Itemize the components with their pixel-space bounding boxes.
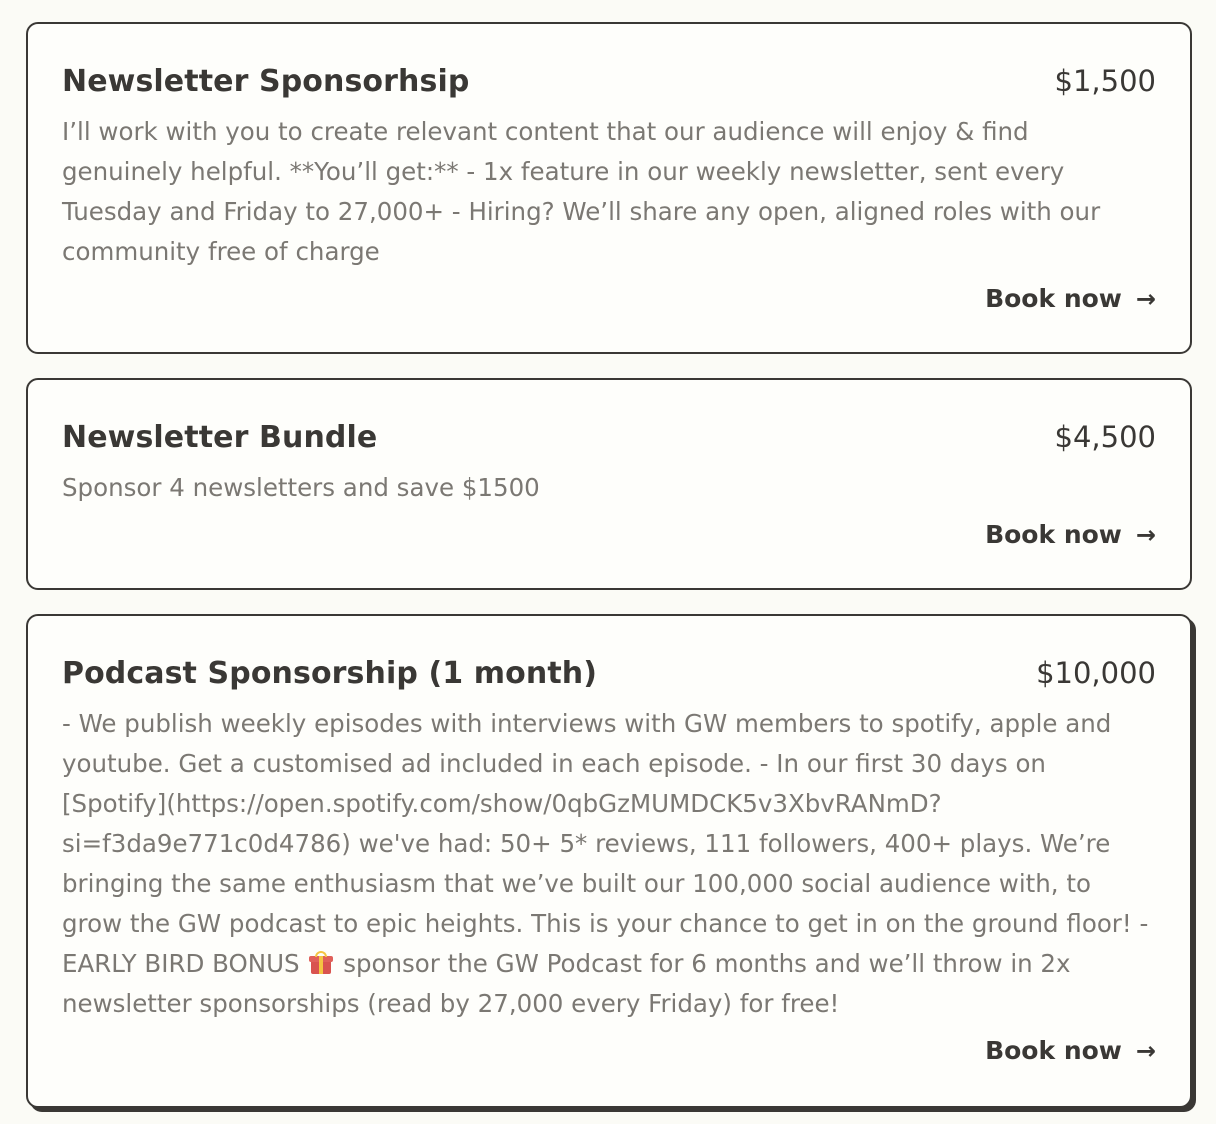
book-now-button[interactable]: Book now → — [985, 284, 1156, 313]
offer-price: $10,000 — [1036, 656, 1156, 690]
book-now-label: Book now — [985, 520, 1122, 549]
offer-card-newsletter-sponsorship: Newsletter Sponsorhsip $1,500 I’ll work … — [26, 22, 1192, 354]
offer-description-part-1: - We publish weekly episodes with interv… — [62, 709, 1149, 978]
book-now-button[interactable]: Book now → — [985, 520, 1156, 549]
book-now-label: Book now — [985, 1036, 1122, 1065]
offer-header: Newsletter Bundle $4,500 — [62, 420, 1156, 460]
offer-title: Newsletter Bundle — [62, 420, 378, 455]
offer-card-podcast-sponsorship: Podcast Sponsorship (1 month) $10,000 - … — [26, 614, 1192, 1108]
offer-header: Podcast Sponsorship (1 month) $10,000 — [62, 656, 1156, 696]
offer-price: $4,500 — [1054, 420, 1156, 454]
offer-title: Newsletter Sponsorhsip — [62, 64, 470, 99]
arrow-right-icon: → — [1135, 1036, 1156, 1065]
offer-description: I’ll work with you to create relevant co… — [62, 117, 1101, 266]
gift-icon — [309, 951, 334, 975]
book-now-button[interactable]: Book now → — [985, 1036, 1156, 1065]
offer-description: Sponsor 4 newsletters and save $1500 — [62, 473, 540, 502]
arrow-right-icon: → — [1135, 284, 1156, 313]
offer-title: Podcast Sponsorship (1 month) — [62, 656, 598, 691]
offer-card-newsletter-bundle: Newsletter Bundle $4,500 Sponsor 4 newsl… — [26, 378, 1192, 590]
offer-header: Newsletter Sponsorhsip $1,500 — [62, 64, 1156, 104]
offer-description: - We publish weekly episodes with interv… — [62, 704, 1156, 1024]
offer-list: Newsletter Sponsorhsip $1,500 I’ll work … — [0, 0, 1216, 1124]
book-now-label: Book now — [985, 284, 1122, 313]
offer-price: $1,500 — [1054, 64, 1156, 98]
arrow-right-icon: → — [1135, 520, 1156, 549]
